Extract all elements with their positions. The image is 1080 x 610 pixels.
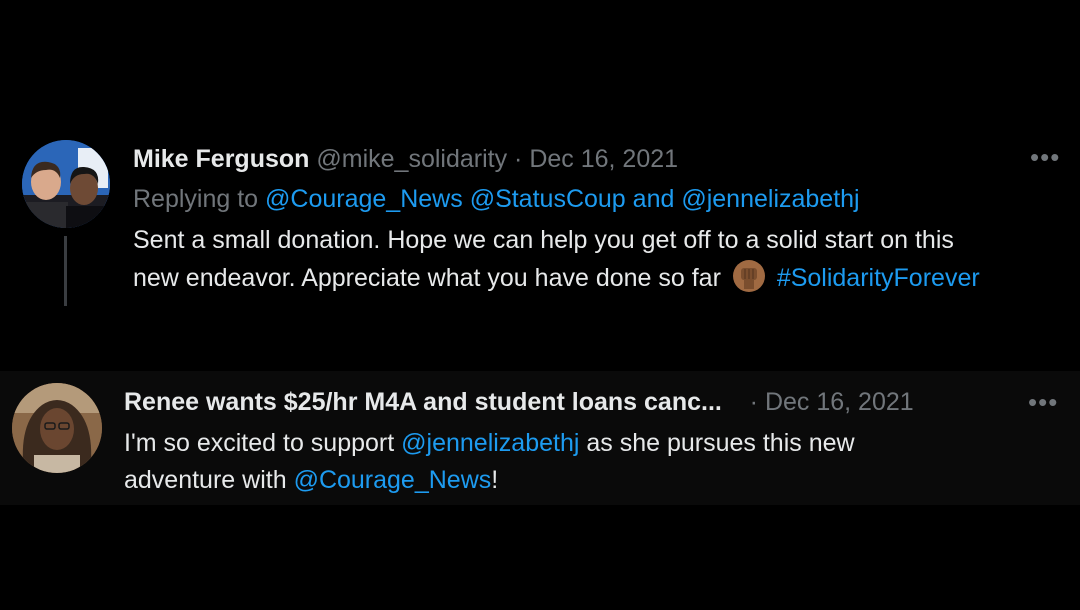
avatar[interactable] [22,140,110,228]
text-segment: adventure with [124,466,287,494]
text-segment: I'm so excited to support [124,429,395,457]
hashtag-solidarityforever[interactable]: #SolidarityForever [777,264,980,292]
author-handle[interactable]: @mike_solidarity [316,145,507,173]
raised-fist-icon [732,259,766,293]
mention-courage-news[interactable]: @Courage_News [265,185,463,213]
separator-dot: · [514,145,523,173]
tweet-text-line-1: I'm so excited to support @jennelizabeth… [124,425,855,462]
author-name[interactable]: Renee wants $25/hr M4A and student loans… [124,388,722,416]
replying-to-line: Replying to @Courage_News @StatusCoup an… [133,184,860,214]
more-options-icon[interactable]: ••• [1028,387,1058,417]
tweet-text: Sent a small donation. Hope we can help … [133,222,980,297]
tweet-text-line-1: Sent a small donation. Hope we can help … [133,226,954,254]
replying-to-label: Replying to [133,185,259,213]
tweet-text: I'm so excited to support @jennelizabeth… [124,425,855,499]
avatar-photo-icon [12,383,102,473]
mention-jennelizabethj[interactable]: @jennelizabethj [681,185,859,213]
tweet-renee[interactable]: Renee wants $25/hr M4A and student loans… [0,371,1080,505]
mention-statuscoup[interactable]: @StatusCoup [470,185,626,213]
tweet-date[interactable]: Dec 16, 2021 [529,145,678,173]
author-name[interactable]: Mike Ferguson [133,145,309,173]
avatar-photo-icon [22,140,110,228]
thread-connector-line [64,236,67,306]
tweet-header: Mike Ferguson @mike_solidarity · Dec 16,… [133,144,678,174]
tweet-text-line-2-content: new endeavor. Appreciate what you have d… [133,264,721,292]
mention-jennelizabethj[interactable]: @jennelizabethj [401,429,579,457]
tweet-header: Renee wants $25/hr M4A and student loans… [124,387,914,417]
mention-courage-news[interactable]: @Courage_News [294,466,492,494]
replying-and[interactable]: and [633,185,675,213]
text-segment: ! [491,466,499,494]
tweet-mike-ferguson[interactable]: Mike Ferguson @mike_solidarity · Dec 16,… [0,128,1080,328]
separator-dot: · [749,388,758,416]
tweet-text-line-2: new endeavor. Appreciate what you have d… [133,259,980,297]
avatar[interactable] [12,383,102,473]
text-segment: as she pursues this new [586,429,855,457]
more-options-icon[interactable]: ••• [1030,142,1060,172]
tweet-text-line-2: adventure with @Courage_News! [124,462,855,499]
tweet-date[interactable]: Dec 16, 2021 [765,388,914,416]
